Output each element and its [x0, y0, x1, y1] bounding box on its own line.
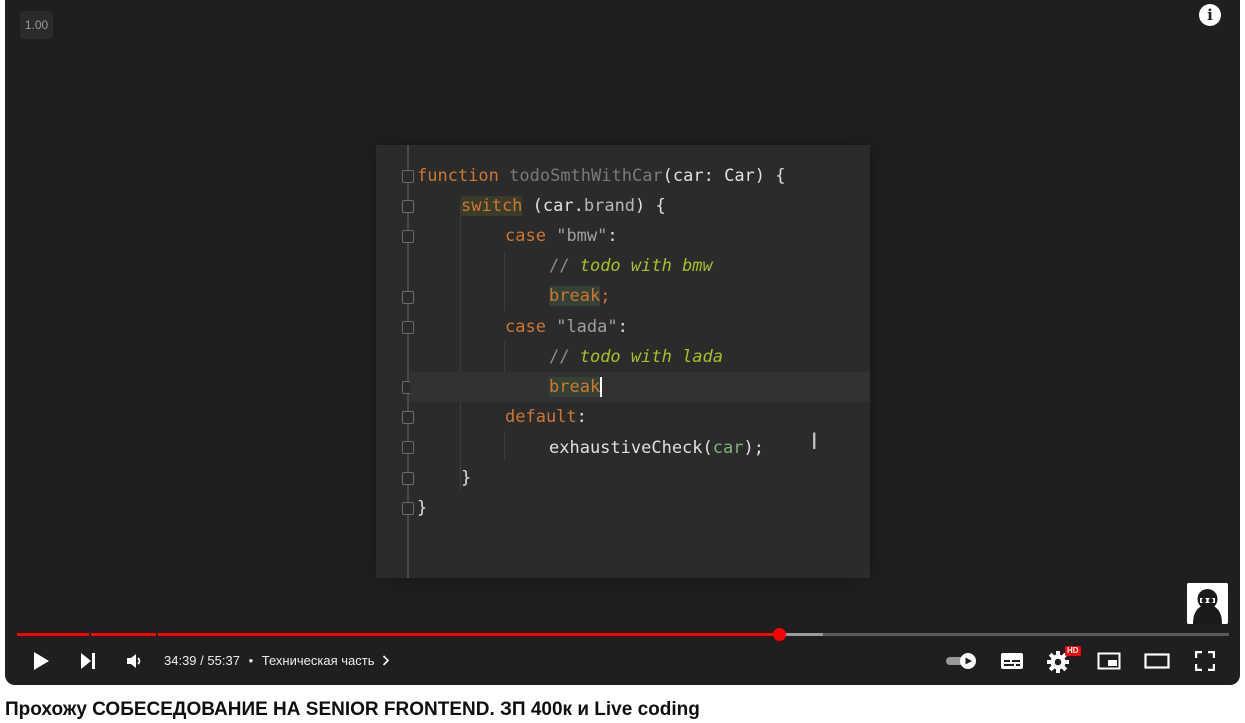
code-line-7: // todo with lada: [549, 347, 724, 367]
code-line-2: switch (car.brand) {: [461, 196, 666, 216]
time-separator: /: [200, 653, 204, 668]
code-line-12: }: [417, 498, 428, 518]
fold-marker: [402, 502, 414, 515]
chapter-marker: [156, 633, 158, 636]
code-line-5: break;: [549, 286, 611, 306]
volume-icon[interactable]: [119, 642, 151, 680]
video-title[interactable]: Прохожу СОБЕСЕДОВАНИЕ НА SENIOR FRONTEND…: [5, 699, 700, 721]
indent-guide: [504, 251, 505, 311]
progress-scrubber[interactable]: [772, 628, 786, 641]
fold-marker: [402, 200, 414, 213]
theater-mode-icon[interactable]: [1140, 642, 1174, 680]
hd-badge: HD: [1065, 646, 1081, 656]
video-player[interactable]: 1.00 i function todoSmthWithCar(car: Car…: [5, 0, 1240, 685]
fold-marker: [402, 230, 414, 243]
info-icon[interactable]: i: [1199, 4, 1221, 26]
miniplayer-icon[interactable]: [1092, 642, 1126, 680]
chevron-right-icon[interactable]: [382, 653, 390, 668]
playback-speed-badge: 1.00: [20, 11, 53, 39]
subtitles-icon[interactable]: [995, 642, 1029, 680]
code-line-3: case "bmw":: [505, 226, 618, 246]
fold-marker: [402, 170, 414, 183]
chapter-separator: •: [248, 653, 254, 668]
text-cursor-icon: I: [811, 430, 818, 455]
autoplay-toggle-icon[interactable]: [943, 642, 981, 680]
fold-marker: [402, 411, 414, 424]
channel-avatar[interactable]: [1187, 583, 1228, 624]
code-line-8: break: [410, 372, 870, 402]
code-line-1: function todoSmthWithCar(car: Car) {: [417, 166, 786, 186]
code-line-6: case "lada":: [505, 317, 628, 337]
text-caret: [600, 377, 603, 397]
code-line-9: default:: [505, 407, 587, 427]
code-line-10: exhaustiveCheck(car);: [549, 438, 764, 458]
duration: 55:37: [207, 653, 240, 668]
fullscreen-icon[interactable]: [1188, 642, 1222, 680]
current-time: 34:39: [164, 653, 197, 668]
fold-marker: [402, 321, 414, 334]
chapter-title[interactable]: Техническая часть: [262, 653, 375, 668]
video-frame-code: function todoSmthWithCar(car: Car) { swi…: [376, 145, 870, 578]
indent-guide: [460, 205, 461, 490]
fold-marker: [402, 291, 414, 304]
time-display: 34:39 / 55:37 • Техническая часть: [164, 642, 390, 680]
player-controls: 34:39 / 55:37 • Техническая часть HD: [5, 642, 1240, 680]
next-icon[interactable]: [72, 642, 104, 680]
play-icon[interactable]: [25, 642, 57, 680]
code-line-11: }: [461, 468, 472, 488]
chapter-marker: [89, 633, 91, 636]
indent-guide: [504, 431, 505, 461]
progress-played: [17, 633, 779, 636]
settings-icon[interactable]: HD: [1043, 642, 1081, 680]
fold-marker: [402, 472, 414, 485]
code-line-4: // todo with bmw: [549, 256, 713, 276]
fold-marker: [402, 441, 414, 454]
